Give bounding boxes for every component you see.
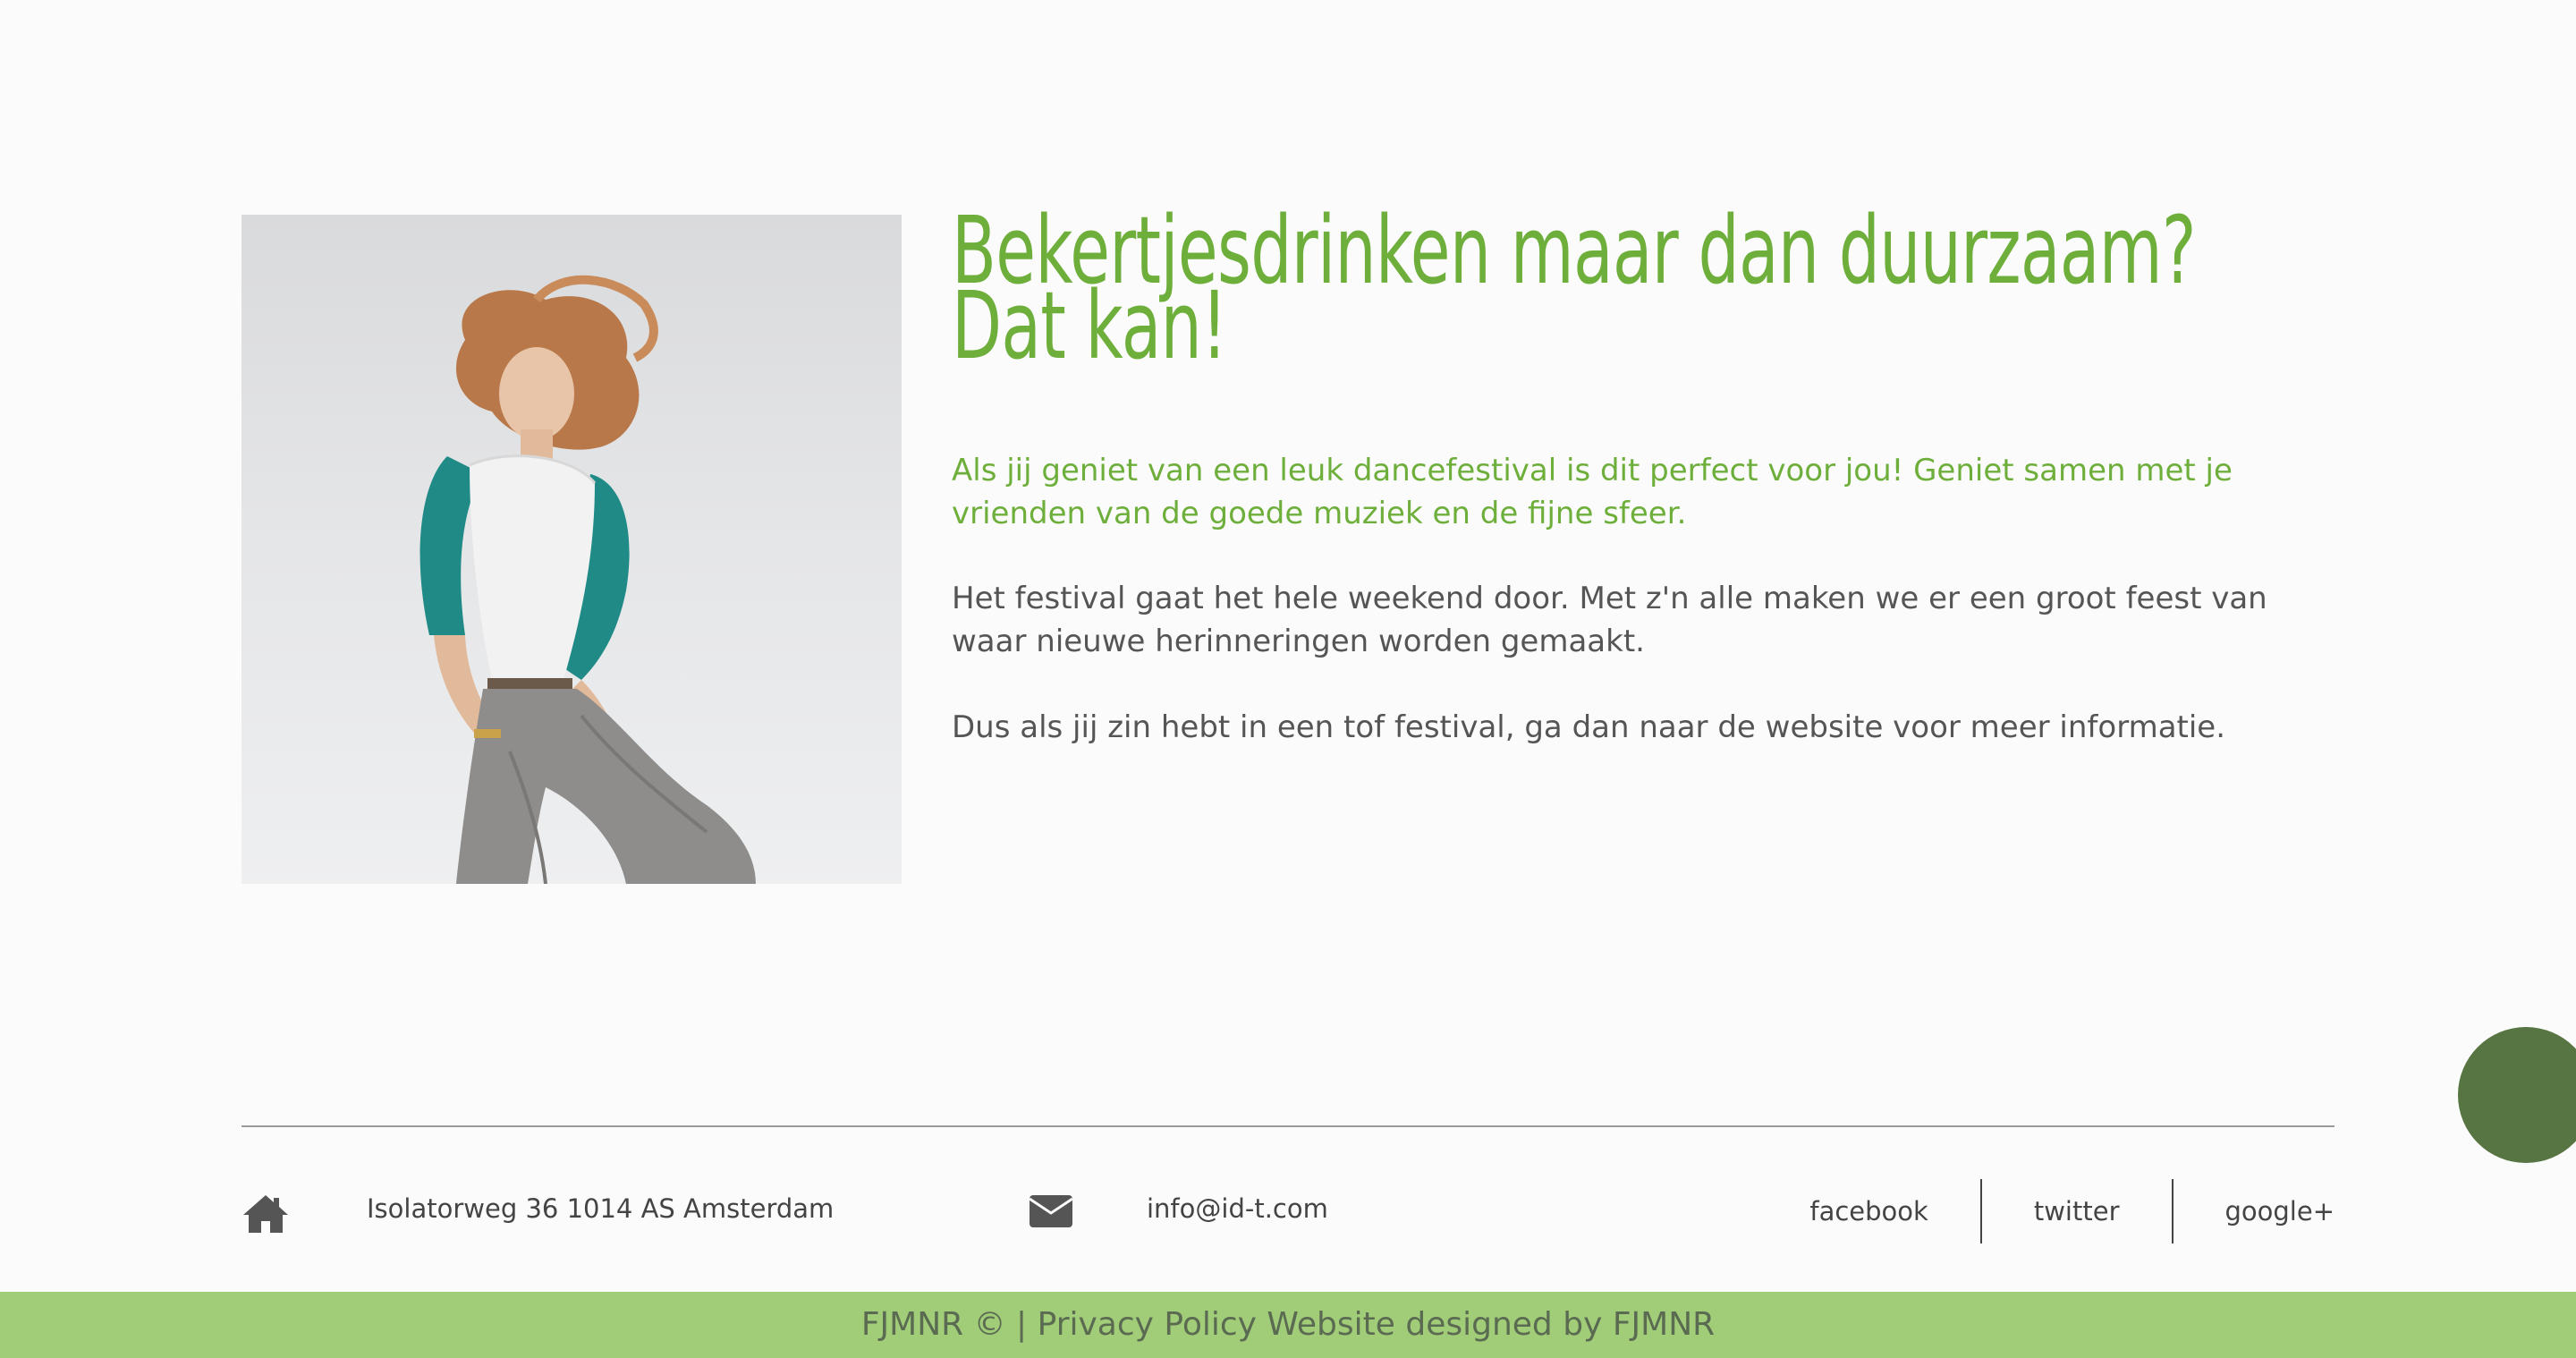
social-link-google-plus[interactable]: google+ (2225, 1196, 2335, 1226)
email-link[interactable]: info@id-t.com (1147, 1193, 1328, 1224)
footer-info: Isolatorweg 36 1014 AS Amsterdam info@id… (0, 1172, 2576, 1243)
social-separator (1979, 1179, 1982, 1243)
address-text: Isolatorweg 36 1014 AS Amsterdam (367, 1193, 835, 1224)
social-link-facebook[interactable]: facebook (1809, 1196, 1928, 1226)
page-title: Bekertjesdrinken maar dan duurzaam? Dat … (952, 204, 2197, 372)
floating-circle-button[interactable] (2458, 1027, 2576, 1163)
body-paragraph-3: Dus als jij zin hebt in een tof festival… (952, 709, 2226, 745)
footer-divider (242, 1125, 2334, 1127)
content-section: Bekertjesdrinken maar dan duurzaam? Dat … (952, 204, 2338, 745)
social-separator (2171, 1179, 2174, 1243)
copyright-text: FJMNR © | Privacy Policy Website designe… (860, 1306, 1716, 1343)
hero-dancer-photo (242, 215, 902, 884)
page: Bekertjesdrinken maar dan duurzaam? Dat … (0, 0, 2576, 1358)
body-paragraph-2: Het festival gaat het hele weekend door.… (952, 581, 2267, 659)
intro-paragraph: Als jij geniet van een leuk dancefestiva… (952, 453, 2233, 531)
social-links: facebook twitter google+ (1809, 1179, 2334, 1243)
social-link-twitter[interactable]: twitter (2034, 1196, 2120, 1226)
home-icon (242, 1193, 290, 1235)
bottom-bar: FJMNR © | Privacy Policy Website designe… (0, 1292, 2576, 1358)
envelope-icon (1029, 1193, 1073, 1229)
